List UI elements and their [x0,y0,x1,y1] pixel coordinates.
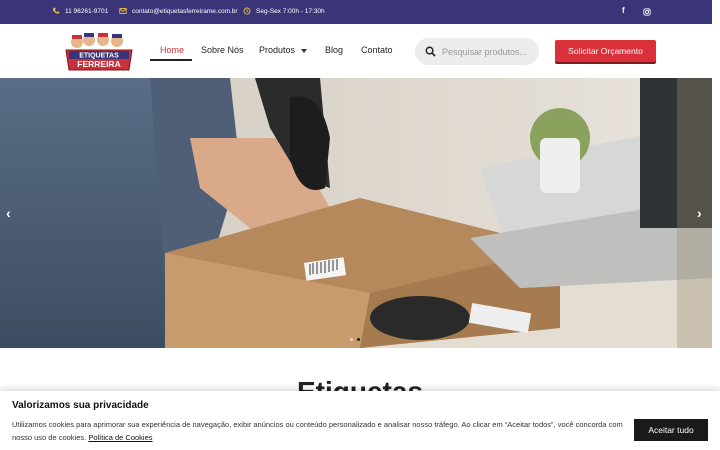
phone-number: 11 96261-9701 [65,7,109,15]
company-logo[interactable]: ETIQUETAS FERREIRA [63,32,135,72]
hero-image [0,78,712,348]
nav-products[interactable]: Produtos [259,45,308,55]
slider-dot-2[interactable] [357,338,360,341]
cookie-policy-link[interactable]: Política de Cookies [88,433,152,442]
request-quote-button[interactable]: Solicitar Orçamento [555,40,656,62]
email-contact[interactable]: contato@etiquetasferreirame.com.br [119,7,238,15]
nav-about[interactable]: Sobre Nós [201,45,244,55]
clock-icon [243,7,251,15]
accept-all-button[interactable]: Aceitar tudo [634,419,708,441]
search-icon[interactable] [425,46,436,57]
top-bar: 11 96261-9701 contato@etiquetasferreiram… [0,0,712,24]
cookie-title: Valorizamos sua privacidade [12,400,149,411]
hours-text: Seg-Sex 7:00h - 17:30h [256,7,325,15]
slider-dot-1[interactable] [350,338,353,341]
nav-contact[interactable]: Contato [361,45,393,55]
business-hours: Seg-Sex 7:00h - 17:30h [243,7,325,15]
slider-dots [350,338,360,341]
nav-home[interactable]: Home [160,45,184,55]
instagram-icon[interactable] [643,8,651,16]
slider-next-arrow[interactable]: › [697,205,702,221]
logo-line-2: FERREIRA [77,59,120,69]
phone-contact[interactable]: 11 96261-9701 [52,7,108,15]
chevron-down-icon [301,48,308,53]
slider-prev-arrow[interactable]: ‹ [6,205,11,221]
search-input[interactable] [442,46,538,57]
nav-products-label: Produtos [259,45,296,55]
phone-icon [53,7,60,14]
envelope-icon [119,8,127,14]
nav-home-underline [150,59,192,61]
product-search[interactable] [415,38,539,65]
email-address: contato@etiquetasferreirame.com.br [132,7,238,15]
facebook-icon[interactable]: f [622,6,625,15]
site-header: ETIQUETAS FERREIRA Home Sobre Nós Produt… [0,24,712,78]
nav-blog[interactable]: Blog [325,45,343,55]
hero-slider [0,78,712,348]
cookie-banner: Valorizamos sua privacidade Utilizamos c… [0,391,720,450]
cookie-text: Utilizamos cookies para aprimorar sua ex… [12,418,627,444]
